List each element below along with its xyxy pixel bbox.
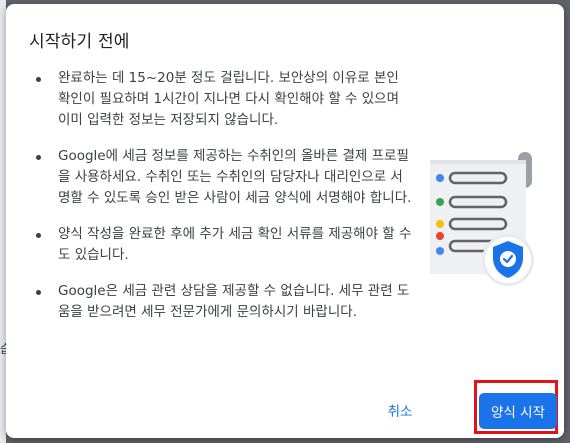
before-you-start-dialog: 시작하기 전에 완료하는 데 15~20분 정도 걸립니다. 보안상의 이유로 … [6, 4, 564, 438]
list-item: 완료하는 데 15~20분 정도 걸립니다. 보안상의 이유로 본인 확인이 필… [33, 68, 413, 131]
info-list: 완료하는 데 15~20분 정도 걸립니다. 보안상의 이유로 본인 확인이 필… [33, 68, 413, 338]
tax-form-shield-icon [430, 152, 534, 286]
list-item-text: Google은 세금 관련 상담을 제공할 수 없습니다. 세무 관련 도움을 … [58, 283, 410, 320]
bullet-dot-icon [36, 233, 41, 238]
list-item-text: 완료하는 데 15~20분 정도 걸립니다. 보안상의 이유로 본인 확인이 필… [58, 70, 399, 128]
bullet-dot-icon [36, 290, 41, 295]
list-item-text: Google에 세금 정보를 제공하는 수취인의 올바른 결제 프로필을 사용하… [58, 148, 412, 206]
list-item: Google에 세금 정보를 제공하는 수취인의 올바른 결제 프로필을 사용하… [33, 146, 413, 209]
list-item: Google은 세금 관련 상담을 제공할 수 없습니다. 세무 관련 도움을 … [33, 281, 413, 323]
cancel-button[interactable]: 취소 [372, 395, 428, 425]
bullet-dot-icon [36, 155, 41, 160]
dialog-title: 시작하기 전에 [29, 32, 130, 52]
bullet-dot-icon [36, 77, 41, 82]
list-item-text: 양식 작성을 완료한 후에 추가 세금 확인 서류를 제공해야 할 수도 있습니… [58, 226, 412, 263]
list-item: 양식 작성을 완료한 후에 추가 세금 확인 서류를 제공해야 할 수도 있습니… [33, 224, 413, 266]
start-form-button[interactable]: 양식 시작 [479, 393, 557, 429]
